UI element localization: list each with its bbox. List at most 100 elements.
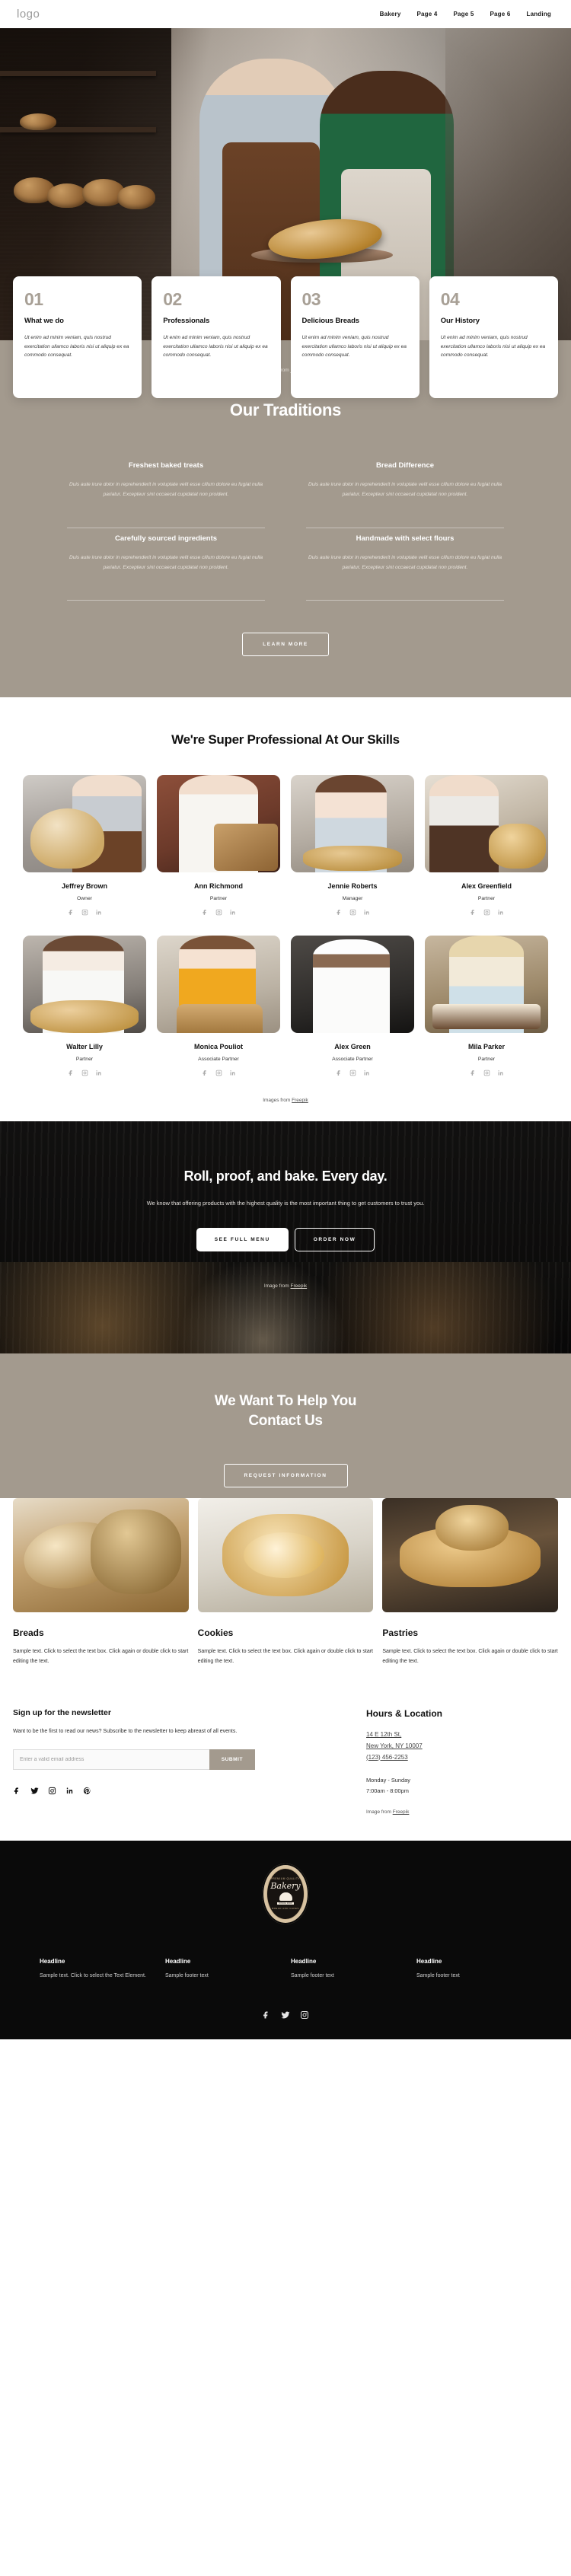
product-description: Sample text. Click to select the text bo… [13,1648,189,1665]
divider [67,600,265,601]
product-title: Breads [13,1627,44,1638]
products-section: Breads Sample text. Click to select the … [0,1497,571,1675]
feature-card-1[interactable]: 01 What we do Ut enim ad minim veniam, q… [13,276,142,398]
facebook-icon[interactable] [202,1070,209,1076]
product-text-cookies: Cookies Sample text. Click to select the… [198,1612,374,1667]
facebook-icon[interactable] [68,909,75,916]
tradition-item-3: Carefully sourced ingredients Duis aute … [56,528,276,601]
hours-location-title: Hours & Location [366,1707,443,1719]
tradition-item-4: Handmade with select flours Duis aute ir… [295,528,515,601]
site-logo[interactable]: logo [17,8,40,21]
linkedin-icon[interactable] [363,909,370,916]
newsletter-submit-button[interactable]: SUBMIT [209,1749,255,1770]
team-member-7: Alex Green Associate Partner [291,936,414,1076]
team-credit-prefix: Images from [263,1098,292,1104]
nav-item-page-4[interactable]: Page 4 [416,11,437,18]
tradition-text: Duis aute irure dolor in reprehenderit i… [69,554,263,570]
footer-column-text: Sample footer text [291,1972,334,1978]
facebook-icon[interactable] [13,1787,21,1795]
learn-more-button[interactable]: LEARN MORE [242,633,329,657]
address-line-2[interactable]: New York, NY 10007 [366,1741,558,1752]
team-member-name: Ann Richmond [194,882,243,891]
hours-credit-link[interactable]: Freepik [393,1809,410,1815]
product-photo-cookies [197,1497,374,1612]
nav-item-page-5[interactable]: Page 5 [453,11,474,18]
instagram-icon[interactable] [81,1070,88,1076]
address-line-1[interactable]: 14 E 12th St, [366,1730,558,1741]
footer-column-headline: Headline [291,1957,317,1965]
team-member-socials [23,909,146,916]
linkedin-icon[interactable] [65,1787,74,1795]
order-now-button[interactable]: ORDER NOW [294,1228,375,1252]
facebook-icon[interactable] [336,909,343,916]
feature-card-text: Ut enim ad minim veniam, quis nostrud ex… [163,335,268,359]
instagram-icon[interactable] [48,1787,56,1795]
instagram-icon[interactable] [215,909,222,916]
linkedin-icon[interactable] [229,1070,236,1076]
linkedin-icon[interactable] [363,1070,370,1076]
nav-item-landing[interactable]: Landing [526,11,551,18]
feature-card-4[interactable]: 04 Our History Ut enim ad minim veniam, … [429,276,558,398]
facebook-icon[interactable] [336,1070,343,1076]
instagram-icon[interactable] [483,909,490,916]
twitter-icon[interactable] [281,2010,290,2020]
opening-time: 7:00am - 8:00pm [366,1787,409,1794]
instagram-icon[interactable] [349,1070,356,1076]
linkedin-icon[interactable] [95,909,102,916]
footer-column-headline: Headline [165,1957,191,1965]
linkedin-icon[interactable] [95,1070,102,1076]
badge-since-text: SINCE 1990 [277,1902,294,1905]
tradition-item-1: Freshest baked treats Duis aute irure do… [56,455,276,528]
instagram-icon[interactable] [81,909,88,916]
feature-card-2[interactable]: 02 Professionals Ut enim ad minim veniam… [152,276,281,398]
feature-cards-row: 01 What we do Ut enim ad minim veniam, q… [13,276,558,398]
twitter-icon[interactable] [30,1787,39,1795]
opening-hours-block: Monday - Sunday 7:00am - 8:00pm [366,1775,558,1796]
instagram-icon[interactable] [215,1070,222,1076]
traditions-heading: Our Traditions [229,400,342,419]
newsletter-email-input[interactable] [13,1749,209,1770]
nav-item-bakery[interactable]: Bakery [380,11,401,18]
feature-card-title: What we do [24,317,64,325]
linkedin-icon[interactable] [229,909,236,916]
tradition-text: Duis aute irure dolor in reprehenderit i… [308,554,502,570]
team-member-photo [291,775,414,873]
newsletter-hours-section: Sign up for the newsletter Want to be th… [0,1675,571,1815]
facebook-icon[interactable] [68,1070,75,1076]
instagram-icon[interactable] [300,2010,309,2020]
request-information-button[interactable]: REQUEST INFORMATION [223,1463,348,1487]
team-grid: Jeffrey Brown Owner Ann Richmond Partner [23,775,548,1076]
facebook-icon[interactable] [470,909,477,916]
facebook-icon[interactable] [470,1070,477,1076]
linkedin-icon[interactable] [497,1070,504,1076]
product-text-pastries: Pastries Sample text. Click to select th… [382,1612,558,1667]
feature-card-3[interactable]: 03 Delicious Breads Ut enim ad minim ven… [290,276,419,398]
team-member-role: Partner [75,1057,94,1063]
instagram-icon[interactable] [349,909,356,916]
bread-decoration [117,185,155,209]
phone-number[interactable]: (123) 456-2253 [366,1752,558,1764]
facebook-icon[interactable] [262,2010,271,2020]
team-member-photo [425,936,548,1034]
bread-decoration [20,113,56,130]
see-full-menu-button[interactable]: SEE FULL MENU [196,1228,289,1252]
dark-cta-image-credit: Image from Freepik [0,1283,571,1289]
instagram-icon[interactable] [483,1070,490,1076]
product-title: Pastries [382,1627,419,1638]
linkedin-icon[interactable] [497,909,504,916]
footer-badge-wrap: PREMIUM QUALITY Bakery SINCE 1990 BREAD … [0,1863,571,1924]
hours-image-credit: Image from Freepik [366,1809,558,1815]
newsletter-form: SUBMIT [13,1749,255,1770]
team-credit-link[interactable]: Freepik [292,1098,308,1103]
nav-item-page-6[interactable]: Page 6 [490,11,510,18]
team-member-role: Associate Partner [332,1057,373,1063]
pinterest-icon[interactable] [83,1787,91,1795]
badge-brand-name: Bakery [270,1881,301,1892]
dark-cta-section: Roll, proof, and bake. Every day. We kno… [0,1121,571,1354]
facebook-icon[interactable] [202,909,209,916]
dark-cta-credit-link[interactable]: Freepik [291,1283,308,1289]
dark-cta-heading: Roll, proof, and bake. Every day. [183,1168,388,1184]
team-member-name: Jennie Roberts [327,882,378,891]
feature-card-number: 01 [24,289,43,309]
dark-cta-buttons: SEE FULL MENU ORDER NOW [0,1228,571,1252]
